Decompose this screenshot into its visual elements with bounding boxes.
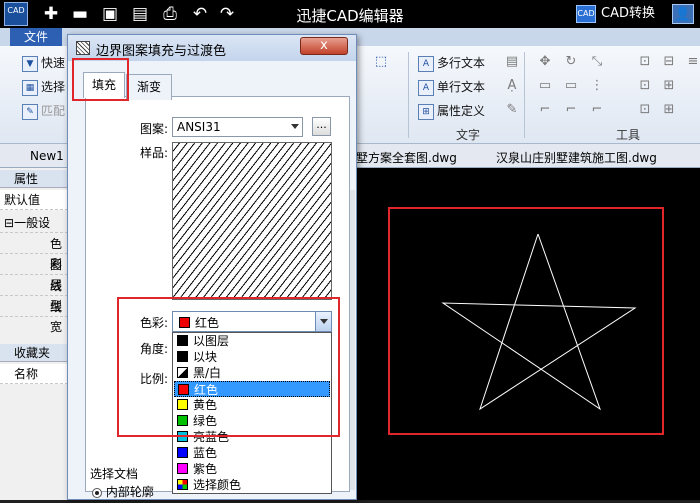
text-style-icon[interactable]: ▤ (503, 54, 521, 70)
app-logo: CAD (4, 2, 28, 26)
general-section-label: 一般设 (14, 216, 51, 230)
dialog-title: 边界图案填充与过渡色 (96, 44, 227, 59)
mtext-icon: A (418, 55, 434, 72)
text-icon: A (418, 79, 434, 96)
favorites-name-column: 名称 (0, 364, 68, 384)
text-button[interactable]: A 单行文本 (418, 78, 485, 96)
tab-file[interactable]: 文件 (10, 28, 62, 46)
property-layer[interactable]: 图层 (0, 255, 68, 292)
hatch-icon (76, 41, 90, 55)
extend-icon[interactable]: ⌐ (562, 102, 580, 118)
tab-gradient[interactable]: 渐变 (126, 74, 172, 100)
doc-tab-new1[interactable]: New1 (30, 149, 64, 163)
inner-outline-radio[interactable]: 内部轮廓 (92, 483, 154, 500)
inner-outline-label: 内部轮廓 (105, 485, 154, 499)
pattern-value: ANSI31 (177, 120, 221, 134)
move-icon[interactable]: ✥ (536, 54, 554, 70)
trim-icon[interactable]: ⌐ (536, 102, 554, 118)
text-edit-icon[interactable]: Ạ (503, 78, 521, 94)
tools-group-label: 工具 (616, 128, 641, 142)
mtext-label: 多行文本 (437, 56, 486, 70)
select-doc-label: 选择文档 (90, 467, 139, 481)
more-tools-icon[interactable]: ≡ (684, 54, 700, 70)
copy-icon[interactable]: ▭ (536, 78, 554, 94)
user-icon[interactable]: 👤 (672, 4, 694, 24)
offset-icon[interactable]: ⊡ (636, 54, 654, 70)
mirror-icon[interactable]: ▭ (562, 78, 580, 94)
doc-tab-villa-plan[interactable]: 墅方案全套图.dwg (356, 149, 457, 166)
match-label: 匹配 (41, 104, 66, 118)
chevron-down-icon (291, 124, 299, 129)
break-icon[interactable]: ⊟ (660, 54, 678, 70)
cad-convert-button[interactable]: CAD CAD转换 (576, 4, 655, 24)
color-highlight-box (117, 297, 340, 437)
text-group-label: 文字 (456, 128, 481, 142)
open-folder-icon[interactable]: ▬ (69, 3, 91, 25)
attdef-label: 属性定义 (437, 104, 486, 118)
mtext-button[interactable]: A 多行文本 (418, 54, 485, 72)
property-color[interactable]: 色彩 (0, 234, 68, 271)
scale-icon[interactable]: ⤡ (588, 54, 606, 70)
ribbon-separator (524, 52, 525, 138)
region-icon[interactable]: ⬚ (372, 54, 390, 70)
radio-icon (92, 487, 102, 498)
chamfer-icon[interactable]: ⊡ (636, 102, 654, 118)
color-swatch-icon (177, 447, 188, 458)
doc-tab-villa-construction[interactable]: 汉泉山庄别墅建筑施工图.dwg (496, 149, 657, 166)
cad-convert-label: CAD转换 (601, 6, 655, 21)
ribbon-separator (408, 52, 409, 138)
text-note-icon[interactable]: ✎ (503, 102, 521, 118)
join-icon[interactable]: ⊡ (636, 78, 654, 94)
redo-icon[interactable]: ↷ (216, 3, 238, 25)
fill-tab-highlight-box (72, 58, 129, 101)
sample-label: 样品: (140, 146, 169, 160)
app-logo-text: CAD (7, 6, 25, 15)
close-button[interactable]: x (300, 37, 348, 55)
select-button[interactable]: ▦ 选择 (22, 78, 65, 96)
general-section[interactable]: ⊟一般设 (0, 213, 68, 233)
match-button[interactable]: ✎ 匹配 (22, 102, 65, 120)
undo-icon[interactable]: ↶ (189, 3, 211, 25)
cad-convert-badge: CAD (576, 4, 596, 23)
select-icon: ▦ (22, 79, 38, 96)
attdef-button[interactable]: ⊞ 属性定义 (418, 102, 485, 120)
property-linetype[interactable]: 线型 (0, 276, 68, 313)
quick-select-button[interactable]: ▼ 快速 (22, 54, 65, 72)
new-icon[interactable]: ✚ (40, 3, 62, 25)
collapse-icon: ⊟ (4, 216, 15, 230)
property-lineweight[interactable]: 线宽 (0, 297, 68, 334)
select-document-group: 选择文档 内部轮廓 (84, 459, 344, 499)
properties-panel: 属性 默认值 ⊟一般设 色彩 图层 线型 线宽 收藏夹 名称 (0, 168, 68, 500)
print-icon[interactable]: ⎙ (159, 3, 181, 25)
attdef-icon: ⊞ (418, 103, 434, 120)
select-label: 选择 (41, 80, 66, 94)
pattern-browse-button[interactable]: ... (312, 117, 331, 136)
star-highlight-box (388, 207, 664, 435)
fillet-icon[interactable]: ⌐ (588, 102, 606, 118)
properties-header: 属性 (0, 170, 68, 188)
save-icon[interactable]: ▣ (99, 3, 121, 25)
pattern-label: 图案: (140, 122, 169, 136)
pattern-sample-preview[interactable] (172, 142, 332, 300)
quick-select-label: 快速 (41, 56, 66, 70)
match-icon: ✎ (22, 103, 38, 120)
quick-select-icon: ▼ (22, 55, 38, 72)
stretch-icon[interactable]: ⊞ (660, 102, 678, 118)
array-icon[interactable]: ⋮ (588, 78, 606, 94)
pattern-select[interactable]: ANSI31 (172, 117, 303, 137)
favorites-header: 收藏夹 (0, 344, 68, 362)
text-label: 单行文本 (437, 80, 486, 94)
rotate-icon[interactable]: ↻ (562, 54, 580, 70)
title-bar: CAD ✚ ▬ ▣ ▤ ⎙ ↶ ↷ 迅捷CAD编辑器 CAD CAD转换 👤 (0, 0, 700, 28)
save-as-icon[interactable]: ▤ (129, 3, 151, 25)
default-value-select[interactable]: 默认值 (0, 190, 68, 210)
explode-icon[interactable]: ⊞ (660, 78, 678, 94)
